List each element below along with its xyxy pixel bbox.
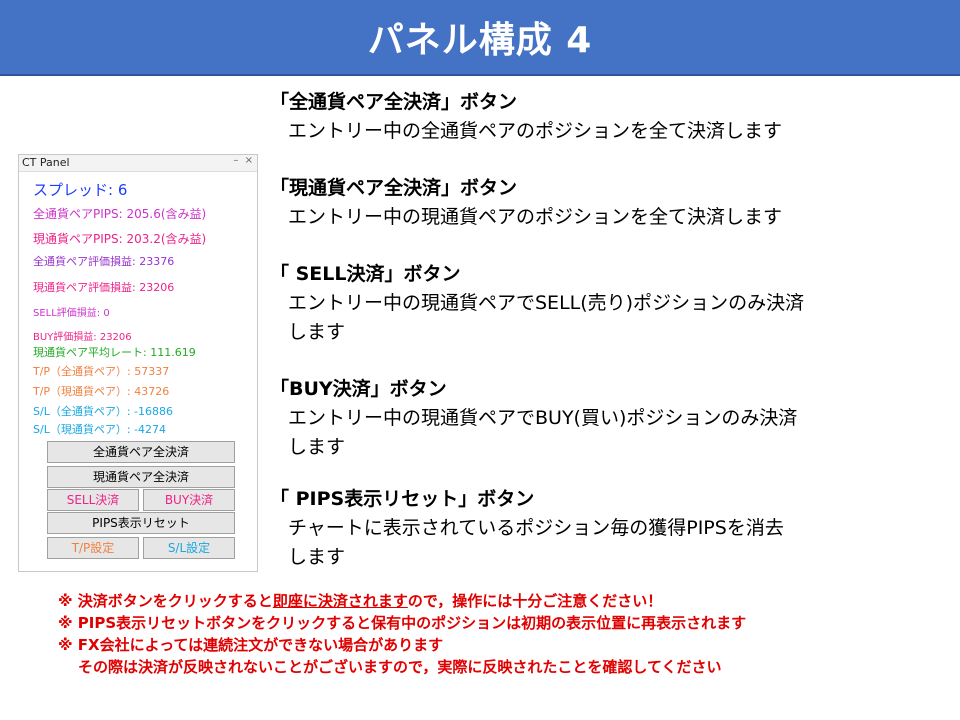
desc-sell-close-text-1: エントリー中の現通貨ペアでSELL(売り)ポジションのみ決済 — [288, 292, 805, 314]
sell-pl: SELL評価損益: 0 — [33, 308, 110, 319]
desc-all-close-text: エントリー中の全通貨ペアのポジションを全て決済します — [288, 120, 783, 142]
note-line-1-post: ので，操作には十分ご注意ください！ — [407, 592, 663, 610]
desc-all-close-heading: 「全通貨ペア全決済」ボタン — [270, 91, 518, 113]
note-line-4: その際は決済が反映されないことがございますので，実際に反映されたことを確認してく… — [78, 658, 722, 676]
buy-pl: BUY評価損益: 23206 — [33, 332, 132, 343]
desc-current-close-heading: 「現通貨ペア全決済」ボタン — [270, 177, 518, 199]
desc-sell-close-heading: 「 SELL決済」ボタン — [270, 263, 461, 285]
sl-current-pair: S/L（現通貨ペア）: -4274 — [33, 423, 166, 436]
spread-value: スプレッド: 6 — [33, 181, 128, 199]
desc-pips-reset-text-2: します — [288, 546, 346, 568]
title-bar: パネル構成 4 — [0, 0, 960, 76]
tp-current-pair: T/P（現通貨ペア）: 43726 — [33, 385, 170, 398]
desc-buy-close-text-1: エントリー中の現通貨ペアでBUY(買い)ポジションのみ決済 — [288, 407, 798, 429]
note-line-2: ※ PIPS表示リセットボタンをクリックすると保有中のポジションは初期の表示位置… — [58, 614, 747, 632]
all-pairs-close-button[interactable]: 全通貨ペア全決済 — [47, 441, 235, 463]
page-title: パネル構成 4 — [367, 20, 593, 61]
desc-pips-reset-heading: 「 PIPS表示リセット」ボタン — [270, 488, 535, 510]
note-line-3: ※ FX会社によっては連続注文ができない場合があります — [58, 636, 444, 654]
pips-reset-button[interactable]: PIPS表示リセット — [47, 512, 235, 534]
current-pair-close-button[interactable]: 現通貨ペア全決済 — [47, 466, 235, 488]
note-line-1-pre: ※ 決済ボタンをクリックすると — [58, 592, 273, 610]
sl-all-pairs: S/L（全通貨ペア）: -16886 — [33, 405, 173, 418]
minimize-icon[interactable]: – — [233, 155, 238, 166]
average-rate: 現通貨ペア平均レート: 111.619 — [33, 346, 196, 359]
note-line-1: ※ 決済ボタンをクリックすると即座に決済されますので，操作には十分ご注意ください… — [58, 590, 662, 611]
note-line-1-underlined: 即座に決済されます — [272, 592, 408, 610]
desc-current-close-text: エントリー中の現通貨ペアのポジションを全て決済します — [288, 206, 783, 228]
desc-sell-close-text-2: します — [288, 321, 346, 343]
all-pairs-pl: 全通貨ペア評価損益: 23376 — [33, 255, 175, 268]
tp-all-pairs: T/P（全通貨ペア）: 57337 — [33, 365, 170, 378]
desc-pips-reset-text-1: チャートに表示されているポジション毎の獲得PIPSを消去 — [288, 517, 784, 539]
buy-close-button[interactable]: BUY決済 — [143, 489, 235, 511]
sl-setting-button[interactable]: S/L設定 — [143, 537, 235, 559]
all-pairs-pips: 全通貨ペアPIPS: 205.6(含み益) — [33, 207, 207, 221]
close-icon[interactable]: × — [245, 155, 253, 166]
ct-panel: CT Panel – × スプレッド: 6 全通貨ペアPIPS: 205.6(含… — [18, 154, 258, 572]
current-pair-pips: 現通貨ペアPIPS: 203.2(含み益) — [33, 232, 207, 246]
panel-title: CT Panel — [22, 156, 70, 169]
tp-setting-button[interactable]: T/P設定 — [47, 537, 139, 559]
panel-header: CT Panel – × — [19, 155, 257, 172]
current-pair-pl: 現通貨ペア評価損益: 23206 — [33, 281, 175, 294]
panel-window-controls: – × — [230, 155, 253, 166]
sell-close-button[interactable]: SELL決済 — [47, 489, 139, 511]
desc-buy-close-text-2: します — [288, 436, 346, 458]
desc-buy-close-heading: 「BUY決済」ボタン — [270, 378, 447, 400]
